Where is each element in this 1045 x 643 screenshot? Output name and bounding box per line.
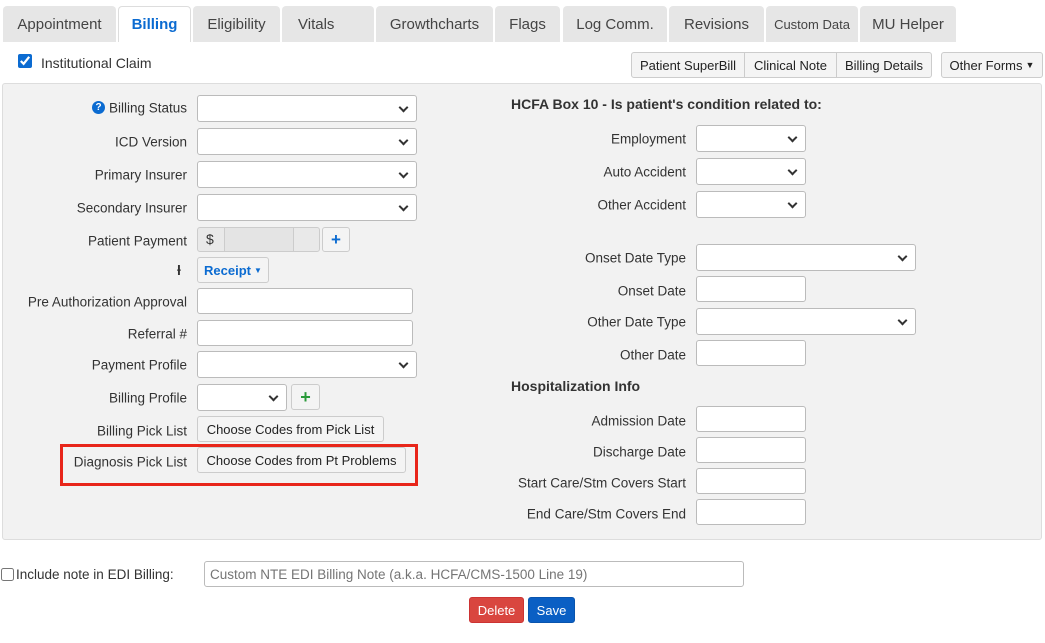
employment-select[interactable] <box>696 125 806 152</box>
tab-flags[interactable]: Flags <box>495 6 560 42</box>
tab-mu-helper[interactable]: MU Helper <box>860 6 956 42</box>
pre-authorization-label: Pre Authorization Approval <box>27 294 187 310</box>
caret-down-icon: ▼ <box>254 265 262 275</box>
billing-pick-list-button[interactable]: Choose Codes from Pick List <box>197 416 384 442</box>
tab-appointment[interactable]: Appointment <box>3 6 116 42</box>
billing-status-select[interactable] <box>197 95 417 122</box>
delete-button[interactable]: Delete <box>469 597 524 623</box>
admission-date-input[interactable] <box>696 406 806 432</box>
other-date-type-select[interactable] <box>696 308 916 335</box>
end-care-input[interactable] <box>696 499 806 525</box>
add-billing-profile-button[interactable]: + <box>291 384 320 410</box>
admission-date-label: Admission Date <box>591 413 686 429</box>
tab-billing[interactable]: Billing <box>118 6 191 42</box>
payment-profile-label: Payment Profile <box>91 357 187 373</box>
icd-version-select[interactable] <box>197 128 417 155</box>
end-care-label: End Care/Stm Covers End <box>526 506 686 522</box>
help-icon[interactable]: ? <box>92 101 105 114</box>
hcfa-box10-heading: HCFA Box 10 - Is patient's condition rel… <box>511 96 822 112</box>
tab-log-comm[interactable]: Log Comm. <box>563 6 667 42</box>
start-care-label: Start Care/Stm Covers Start <box>517 475 686 491</box>
institutional-claim-label: Institutional Claim <box>41 55 152 71</box>
receipt-label: Receipt <box>204 262 252 278</box>
secondary-insurer-label: Secondary Insurer <box>76 200 187 216</box>
tab-growthcharts[interactable]: Growthcharts <box>376 6 493 42</box>
edi-note-input[interactable] <box>204 561 744 587</box>
other-date-type-label: Other Date Type <box>587 314 686 330</box>
other-forms-label: Other Forms <box>949 57 1023 73</box>
patient-payment-label: Patient Payment <box>87 233 187 249</box>
add-payment-button[interactable]: + <box>322 227 350 252</box>
hospitalization-heading: Hospitalization Info <box>511 378 641 394</box>
referral-input[interactable] <box>197 320 413 346</box>
start-care-input[interactable] <box>696 468 806 494</box>
discharge-date-input[interactable] <box>696 437 806 463</box>
auto-accident-select[interactable] <box>696 158 806 185</box>
primary-insurer-label: Primary Insurer <box>94 167 187 183</box>
icd-version-label: ICD Version <box>114 134 187 150</box>
other-date-label: Other Date <box>619 347 686 363</box>
billing-status-label: Billing Status <box>108 100 187 116</box>
clinical-note-button[interactable]: Clinical Note <box>744 52 837 78</box>
patient-superbill-button[interactable]: Patient SuperBill <box>631 52 745 78</box>
auto-accident-label: Auto Accident <box>603 164 686 180</box>
currency-symbol: $ <box>206 231 214 247</box>
pre-authorization-input[interactable] <box>197 288 413 314</box>
tab-custom-data[interactable]: Custom Data <box>766 6 858 42</box>
save-button[interactable]: Save <box>528 597 575 623</box>
onset-date-type-label: Onset Date Type <box>584 250 686 266</box>
onset-date-type-select[interactable] <box>696 244 916 271</box>
primary-insurer-select[interactable] <box>197 161 417 188</box>
diagnosis-pick-list-label: Diagnosis Pick List <box>73 454 187 470</box>
institutional-claim-checkbox[interactable] <box>18 54 32 68</box>
patient-payment-input[interactable] <box>224 228 294 251</box>
billing-pick-list-label: Billing Pick List <box>96 423 187 439</box>
onset-date-label: Onset Date <box>617 283 686 299</box>
billing-profile-label: Billing Profile <box>108 390 187 406</box>
employment-label: Employment <box>610 131 686 147</box>
onset-date-input[interactable] <box>696 276 806 302</box>
billing-details-button[interactable]: Billing Details <box>836 52 932 78</box>
diagnosis-pick-list-button[interactable]: Choose Codes from Pt Problems <box>197 447 406 473</box>
payment-profile-select[interactable] <box>197 351 417 378</box>
discharge-date-label: Discharge Date <box>592 444 686 460</box>
tab-vitals[interactable]: Vitals <box>282 6 374 42</box>
other-forms-dropdown[interactable]: Other Forms ▼ <box>941 52 1043 78</box>
referral-label: Referral # <box>127 326 187 342</box>
tab-revisions[interactable]: Revisions <box>669 6 764 42</box>
patient-payment-group: $ <box>197 227 320 252</box>
tab-eligibility[interactable]: Eligibility <box>193 6 280 42</box>
receipt-dropdown[interactable]: Receipt ▼ <box>197 257 269 283</box>
billing-profile-select[interactable] <box>197 384 287 411</box>
other-date-input[interactable] <box>696 340 806 366</box>
receipt-icon: ƚ <box>177 262 181 278</box>
include-edi-note-label: Include note in EDI Billing: <box>16 567 174 582</box>
other-accident-select[interactable] <box>696 191 806 218</box>
include-edi-note-checkbox[interactable] <box>1 568 14 581</box>
other-accident-label: Other Accident <box>597 197 686 213</box>
caret-down-icon: ▼ <box>1025 60 1035 70</box>
secondary-insurer-select[interactable] <box>197 194 417 221</box>
